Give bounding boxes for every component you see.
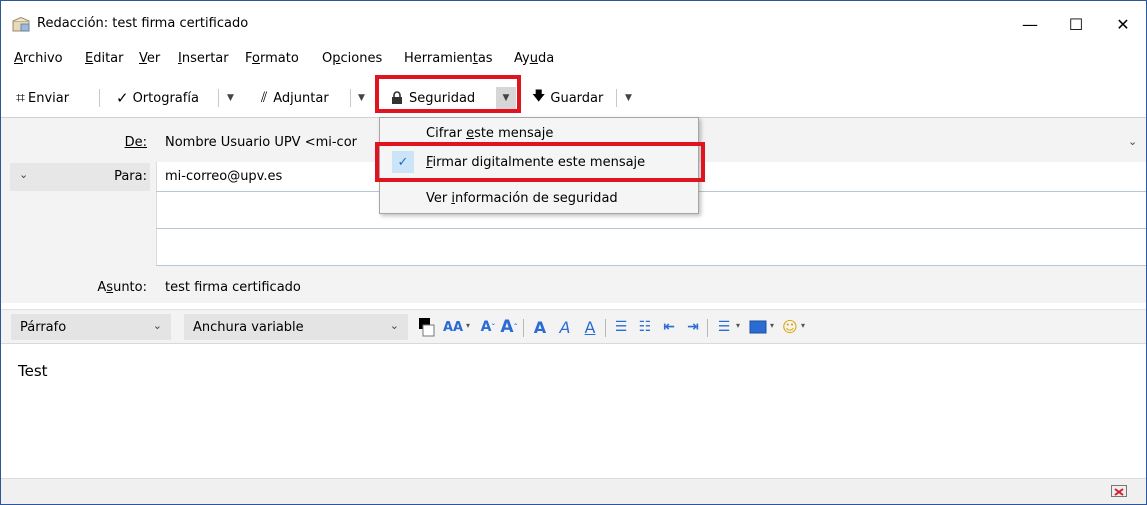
font-family-select[interactable]: Anchura variable ⌄ (184, 314, 408, 340)
compose-window: Redacción: test firma certificado — ☐ ✕ … (0, 0, 1147, 505)
format-toolbar: Párrafo ⌄ Anchura variable ⌄ AA ▾ Aˇ Aˆ … (1, 309, 1146, 343)
subject-field[interactable]: test firma certificado (165, 280, 301, 295)
decrease-font-icon[interactable]: Aˇ (479, 316, 497, 338)
to-label: Para: (114, 169, 147, 184)
format-divider (707, 319, 708, 337)
message-body[interactable]: Test (1, 343, 1146, 478)
dropdown-arrow-icon: ▼ (227, 93, 234, 103)
dropdown-arrow-icon: ▼ (625, 93, 632, 103)
paragraph-format-select[interactable]: Párrafo ⌄ (11, 314, 171, 340)
bullet-list-icon[interactable]: ☰ (611, 316, 631, 338)
from-label: De: (124, 135, 147, 150)
window-title: Redacción: test firma certificado (37, 16, 249, 31)
numbered-list-icon[interactable]: ☷ (635, 316, 655, 338)
chevron-down-icon: ⌄ (19, 168, 29, 181)
download-arrow-icon: 🡇 (532, 89, 546, 104)
menu-archivo[interactable]: Archivo (14, 51, 63, 66)
checkmark-icon: ✓ (116, 89, 129, 107)
menu-editar[interactable]: Editar (85, 51, 124, 66)
subject-label: Asunto: (97, 280, 147, 295)
dropdown-arrow-icon: ▼ (358, 93, 365, 103)
security-highlight-box (375, 75, 521, 113)
menu-formato[interactable]: Formato (245, 51, 299, 66)
dropdown-arrow-icon[interactable]: ▾ (466, 321, 470, 330)
toolbar-divider (350, 89, 351, 107)
format-divider (523, 319, 524, 337)
save-button[interactable]: 🡇 Guardar (532, 81, 603, 115)
toolbar-divider (616, 89, 617, 107)
format-divider (605, 319, 606, 337)
indent-icon[interactable]: ⇥ (683, 316, 703, 338)
attach-dropdown-button[interactable]: ▼ (358, 81, 365, 115)
menu-insertar[interactable]: Insertar (178, 51, 229, 66)
send-icon: ⌗ (16, 88, 26, 107)
status-bar (1, 478, 1146, 504)
spelling-dropdown-button[interactable]: ▼ (227, 81, 234, 115)
main-toolbar: ⌗ Enviar ✓ Ortografía ▼ ⫽ Adjuntar ▼ Seg… (1, 75, 1146, 115)
security-info-item[interactable]: Ver información de seguridad (380, 185, 698, 211)
menu-ver[interactable]: Ver (139, 51, 160, 66)
dropdown-arrow-icon[interactable]: ▾ (801, 321, 805, 330)
minimize-button[interactable]: — (1007, 1, 1053, 47)
dropdown-arrow-icon[interactable]: ▾ (770, 321, 774, 330)
outdent-icon[interactable]: ⇤ (659, 316, 679, 338)
align-icon[interactable]: ☰ (713, 316, 735, 338)
body-text: Test (18, 362, 48, 380)
security-status-icon[interactable] (1111, 485, 1127, 497)
increase-font-icon[interactable]: Aˆ (499, 316, 519, 338)
attach-button[interactable]: ⫽ Adjuntar (261, 81, 329, 115)
menu-ayuda[interactable]: Ayuda (514, 51, 554, 66)
dropdown-arrow-icon[interactable]: ▾ (736, 321, 740, 330)
spelling-button[interactable]: ✓ Ortografía (116, 81, 199, 115)
menu-opciones[interactable]: Opciones (322, 51, 382, 66)
chevron-down-icon: ⌄ (152, 319, 162, 332)
sign-highlight-box (375, 142, 705, 182)
compose-envelope-icon (12, 17, 30, 32)
toolbar-divider (99, 89, 100, 107)
from-select[interactable]: Nombre Usuario UPV <mi-cor (165, 135, 357, 150)
smaller-text-icon[interactable]: AA (441, 316, 465, 338)
insert-image-icon[interactable] (747, 316, 769, 338)
maximize-button[interactable]: ☐ (1053, 1, 1099, 47)
toolbar-divider (218, 89, 219, 107)
recipient-row-divider (156, 228, 1146, 229)
smiley-icon[interactable]: ☺ (779, 316, 801, 338)
chevron-down-icon: ⌄ (389, 319, 399, 332)
recipient-row-divider (156, 265, 1146, 266)
menu-herramientas[interactable]: Herramientas (404, 51, 493, 66)
text-color-icon[interactable] (416, 316, 436, 338)
from-chevron-icon[interactable]: ⌄ (1128, 135, 1137, 148)
italic-icon[interactable]: A (556, 316, 574, 338)
title-bar: Redacción: test firma certificado — ☐ ✕ (1, 1, 1146, 47)
paperclip-icon: ⫽ (261, 90, 268, 106)
bold-icon[interactable]: A (531, 316, 549, 338)
to-field[interactable]: mi-correo@upv.es (165, 169, 282, 184)
send-button[interactable]: ⌗ Enviar (16, 81, 69, 115)
save-dropdown-button[interactable]: ▼ (625, 81, 632, 115)
close-button[interactable]: ✕ (1100, 1, 1146, 47)
underline-icon[interactable]: A (581, 316, 599, 338)
menu-bar: Archivo Editar Ver Insertar Formato Opci… (1, 51, 1146, 73)
